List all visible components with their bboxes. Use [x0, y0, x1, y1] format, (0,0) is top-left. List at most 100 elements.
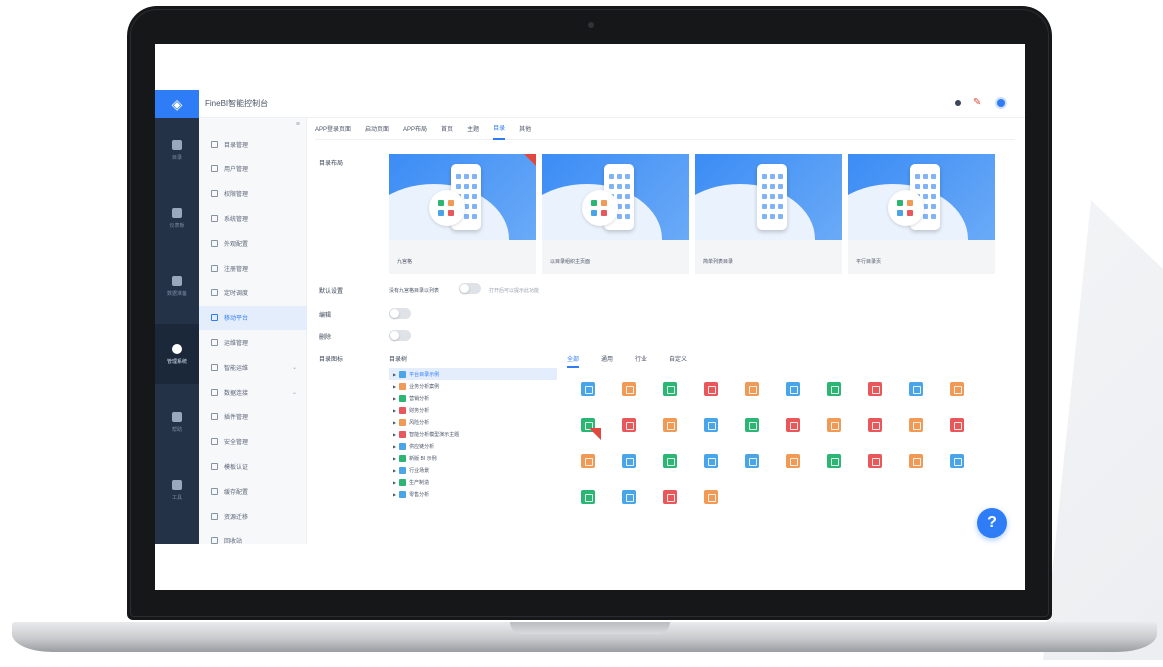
rail-item[interactable]: 帮助 — [155, 392, 199, 452]
notification-icon[interactable] — [955, 100, 961, 106]
tree-item[interactable]: ▶ 营销分析 — [389, 392, 557, 404]
catalog-icon[interactable] — [786, 418, 800, 432]
catalog-icon[interactable] — [622, 454, 636, 468]
layout-card[interactable]: 平行目录页 — [848, 154, 995, 274]
caret-right-icon[interactable]: ▶ — [393, 480, 396, 485]
sidebar-item[interactable]: 定时调度 — [199, 281, 307, 305]
catalog-icon[interactable] — [868, 418, 882, 432]
catalog-icon[interactable] — [663, 418, 677, 432]
catalog-icon[interactable] — [909, 382, 923, 396]
tree-item[interactable]: ▶ 行业场景 — [389, 464, 557, 476]
tree-item[interactable]: ▶ 新版 BI 示例 — [389, 452, 557, 464]
avatar[interactable] — [995, 97, 1007, 109]
catalog-icon[interactable] — [704, 454, 718, 468]
catalog-icon[interactable] — [663, 454, 677, 468]
catalog-icon[interactable] — [581, 490, 595, 504]
sidebar-item[interactable]: 运维管理 — [199, 330, 307, 354]
catalog-icon[interactable] — [581, 382, 595, 396]
icon-tab[interactable]: 自定义 — [669, 354, 687, 368]
catalog-icon[interactable] — [622, 418, 636, 432]
sidebar-item[interactable]: 资源迁移 — [199, 504, 307, 528]
sidebar-item[interactable]: 插件管理 — [199, 405, 307, 429]
app-logo-icon[interactable]: ◈ — [155, 90, 199, 118]
layout-card[interactable]: 简单列表目录 — [695, 154, 842, 274]
sidebar-item[interactable]: 回收站 — [199, 529, 307, 553]
rail-item[interactable]: 管理系统 — [155, 324, 199, 384]
catalog-icon[interactable] — [745, 418, 759, 432]
sidebar-item[interactable]: 权限管理 — [199, 182, 307, 206]
sidebar-item[interactable]: 数据连接 ⌄ — [199, 380, 307, 404]
catalog-icon[interactable] — [827, 418, 841, 432]
sidebar-item[interactable]: 移动平台 — [199, 305, 307, 330]
catalog-icon[interactable] — [827, 454, 841, 468]
tree-item[interactable]: ▶ 风险分析 — [389, 416, 557, 428]
catalog-icon[interactable] — [745, 382, 759, 396]
sidebar-item[interactable]: 外观配置 — [199, 231, 307, 255]
tree-item[interactable]: ▶ 业务分析案例 — [389, 380, 557, 392]
icon-tab[interactable]: 通用 — [601, 354, 613, 368]
catalog-icon[interactable] — [745, 454, 759, 468]
rail-item[interactable]: 目录 — [155, 120, 199, 180]
sidebar-item[interactable]: 缓存配置 — [199, 479, 307, 503]
catalog-icon[interactable] — [622, 490, 636, 504]
icon-tab[interactable]: 全部 — [567, 354, 580, 368]
collapse-icon[interactable]: ≡ — [296, 121, 300, 128]
delete-toggle[interactable] — [389, 330, 411, 341]
pin-icon[interactable]: ✎ — [973, 98, 983, 108]
tree-item[interactable]: ▶ 平台目录示例 — [389, 368, 557, 380]
catalog-icon[interactable] — [622, 382, 636, 396]
caret-right-icon[interactable]: ▶ — [393, 396, 396, 401]
catalog-icon[interactable] — [786, 454, 800, 468]
caret-right-icon[interactable]: ▶ — [393, 384, 396, 389]
icon-tab[interactable]: 行业 — [635, 354, 647, 368]
layout-card[interactable]: 九宫格 — [389, 154, 536, 274]
caret-right-icon[interactable]: ▶ — [393, 420, 396, 425]
catalog-icon[interactable] — [868, 382, 882, 396]
tab[interactable]: 首页 — [441, 118, 453, 140]
caret-right-icon[interactable]: ▶ — [393, 408, 396, 413]
catalog-icon[interactable] — [704, 490, 718, 504]
tree-item[interactable]: ▶ 智能分析模型演示主题 — [389, 428, 557, 440]
default-toggle[interactable] — [459, 283, 481, 294]
sidebar-item[interactable]: 注册管理 — [199, 256, 307, 280]
sidebar-item[interactable]: 智能运维 ⌄ — [199, 355, 307, 379]
caret-right-icon[interactable]: ▶ — [393, 444, 396, 449]
caret-right-icon[interactable]: ▶ — [393, 468, 396, 473]
catalog-icon[interactable] — [704, 382, 718, 396]
caret-right-icon[interactable]: ▶ — [393, 372, 396, 377]
catalog-icon[interactable] — [868, 454, 882, 468]
edit-toggle[interactable] — [389, 308, 411, 319]
rail-item[interactable]: 工具 — [155, 460, 199, 520]
tab[interactable]: APP登录页面 — [315, 118, 351, 140]
catalog-icon[interactable] — [704, 418, 718, 432]
sidebar-item[interactable]: 用户管理 — [199, 157, 307, 181]
caret-right-icon[interactable]: ▶ — [393, 492, 396, 497]
sidebar-item[interactable]: 系统管理 — [199, 206, 307, 230]
tree-item[interactable]: ▶ 零售分析 — [389, 488, 557, 500]
layout-card[interactable]: 以目录组织主页面 — [542, 154, 689, 274]
chevron-down-icon[interactable]: ⌄ — [292, 364, 297, 371]
catalog-icon[interactable] — [909, 454, 923, 468]
catalog-icon[interactable] — [909, 418, 923, 432]
tree-item[interactable]: ▶ 生产制造 — [389, 476, 557, 488]
tree-item[interactable]: ▶ 财务分析 — [389, 404, 557, 416]
catalog-icon[interactable] — [786, 382, 800, 396]
catalog-icon[interactable] — [827, 382, 841, 396]
caret-right-icon[interactable]: ▶ — [393, 432, 396, 437]
sidebar-item[interactable]: 目录管理 — [199, 132, 307, 156]
catalog-icon[interactable] — [950, 382, 964, 396]
tab[interactable]: 主题 — [467, 118, 479, 140]
catalog-icon[interactable] — [663, 382, 677, 396]
rail-item[interactable]: 仪表板 — [155, 188, 199, 248]
tab[interactable]: 启动页面 — [365, 118, 389, 140]
tab[interactable]: 目录 — [493, 118, 506, 140]
tree-item[interactable]: ▶ 供应链分析 — [389, 440, 557, 452]
catalog-icon[interactable] — [950, 454, 964, 468]
catalog-icon[interactable] — [581, 454, 595, 468]
caret-right-icon[interactable]: ▶ — [393, 456, 396, 461]
catalog-icon[interactable] — [950, 418, 964, 432]
sidebar-item[interactable]: 模板认证 — [199, 454, 307, 478]
tab[interactable]: 其他 — [519, 118, 531, 140]
tab[interactable]: APP布局 — [403, 118, 427, 140]
rail-item[interactable]: 数据准备 — [155, 256, 199, 316]
